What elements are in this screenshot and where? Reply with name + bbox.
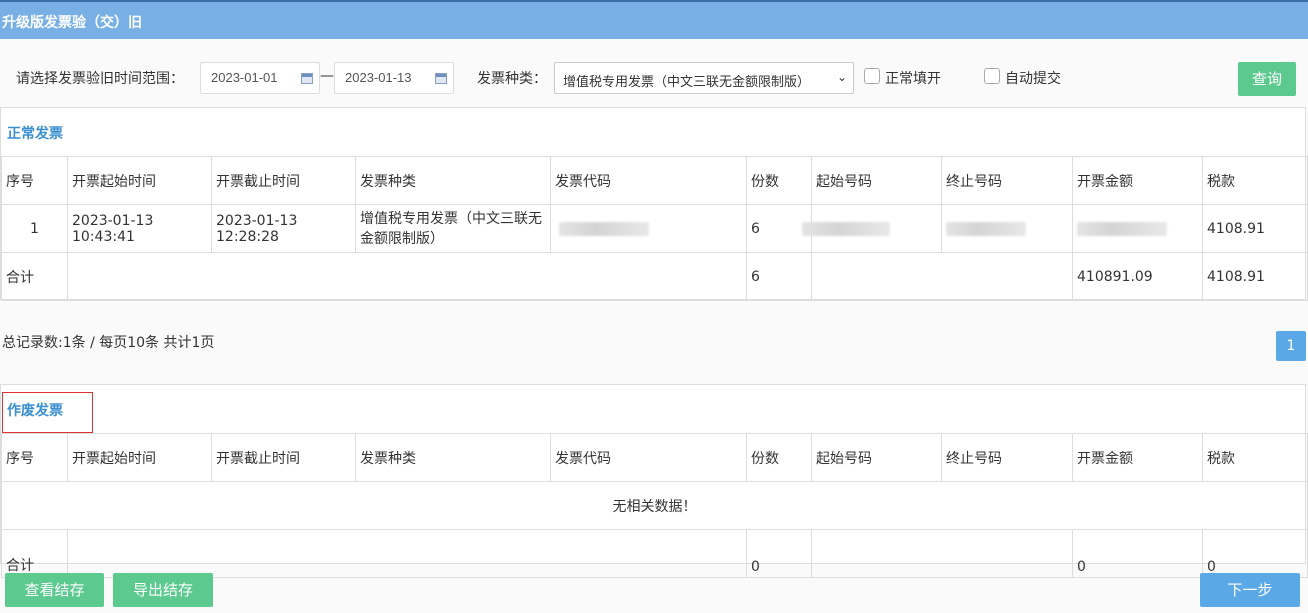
total-label: 合计 <box>1 529 68 578</box>
column-header: 税款 <box>1202 156 1308 205</box>
invoice-type-select[interactable]: 增值税专用发票（中文三联无金额限制版） ⌄ <box>554 62 854 94</box>
table-row[interactable]: 1 2023-01-13 10:43:41 2023-01-13 12:28:28 … <box>1 204 1308 253</box>
highlight-box <box>2 392 93 433</box>
column-header: 份数 <box>746 433 812 482</box>
total-tax: 0 <box>1202 529 1308 578</box>
column-header: 开票截止时间 <box>211 433 356 482</box>
normal-issue-label: 正常填开 <box>885 71 941 87</box>
total-row: 合计 0 0 0 <box>1 529 1308 578</box>
column-header: 终止号码 <box>941 433 1073 482</box>
total-amount: 0 <box>1072 529 1203 578</box>
auto-submit-checkbox[interactable] <box>984 68 1000 84</box>
next-step-button[interactable]: 下一步 <box>1200 573 1300 607</box>
calendar-icon[interactable] <box>435 73 447 84</box>
row-invoice-type: 增值税专用发票（中文三联无金额限制版） <box>355 204 551 253</box>
end-date-value: 2023-01-13 <box>345 70 412 85</box>
total-tax: 4108.91 <box>1202 252 1308 301</box>
column-header: 发票种类 <box>355 156 551 205</box>
column-header: 开票金额 <box>1072 433 1203 482</box>
voided-invoice-table: 序号 开票起始时间 开票截止时间 发票种类 发票代码 份数 起始号码 终止号码 … <box>1 433 1308 578</box>
normal-issue-checkbox[interactable] <box>864 68 880 84</box>
pagination-info: 总记录数:1条 / 每页10条 共计1页 <box>2 335 215 351</box>
row-start-number-redacted <box>802 204 942 253</box>
row-end-time: 2023-01-13 12:28:28 <box>211 204 356 253</box>
column-header: 序号 <box>1 156 68 205</box>
empty-message: 无相关数据！ <box>1 481 1308 530</box>
column-header: 序号 <box>1 433 68 482</box>
column-header: 终止号码 <box>941 156 1073 205</box>
invoice-type-value: 增值税专用发票（中文三联无金额限制版） <box>563 75 811 90</box>
voided-invoice-panel: 作废发票 序号 开票起始时间 开票截止时间 发票种类 发票代码 份数 起始号码 … <box>0 384 1308 578</box>
normal-section-title: 正常发票 <box>7 126 63 142</box>
column-header: 开票起始时间 <box>67 156 212 205</box>
column-header: 起始号码 <box>811 156 942 205</box>
total-count: 6 <box>746 252 812 301</box>
column-header: 发票种类 <box>355 433 551 482</box>
normal-invoice-panel: 正常发票 序号 开票起始时间 开票截止时间 发票种类 发票代码 份数 起始号码 … <box>0 107 1308 301</box>
calendar-icon[interactable] <box>301 73 313 84</box>
row-invoice-code-redacted <box>550 204 747 253</box>
end-date-input[interactable]: 2023-01-13 <box>334 62 454 94</box>
title-bar: 升级版发票验（交）旧 <box>0 0 1308 39</box>
column-header: 税款 <box>1202 433 1308 482</box>
export-saved-button[interactable]: 导出结存 <box>113 573 213 607</box>
query-button[interactable]: 查询 <box>1238 62 1296 96</box>
table-header-row: 序号 开票起始时间 开票截止时间 发票种类 发票代码 份数 起始号码 终止号码 … <box>1 156 1308 205</box>
column-header: 发票代码 <box>550 156 747 205</box>
row-tax: 4108.91 <box>1202 204 1308 253</box>
view-saved-button[interactable]: 查看结存 <box>5 573 104 607</box>
auto-submit-label: 自动提交 <box>1005 71 1061 87</box>
column-header: 发票代码 <box>550 433 747 482</box>
start-date-value: 2023-01-01 <box>211 70 278 85</box>
total-label: 合计 <box>1 252 68 301</box>
column-header: 份数 <box>746 156 812 205</box>
table-header-row: 序号 开票起始时间 开票截止时间 发票种类 发票代码 份数 起始号码 终止号码 … <box>1 433 1308 482</box>
row-end-number-redacted <box>941 204 1073 253</box>
date-range-label: 请选择发票验旧时间范围： <box>16 71 184 87</box>
column-header: 起始号码 <box>811 433 942 482</box>
normal-invoice-table: 序号 开票起始时间 开票截止时间 发票种类 发票代码 份数 起始号码 终止号码 … <box>1 156 1308 301</box>
row-index: 1 <box>1 204 68 253</box>
page-button[interactable]: 1 <box>1276 331 1306 361</box>
total-row: 合计 6 410891.09 4108.91 <box>1 252 1308 301</box>
date-separator: — <box>320 68 334 84</box>
invoice-type-label: 发票种类： <box>477 71 547 87</box>
column-header: 开票起始时间 <box>67 433 212 482</box>
total-amount: 410891.09 <box>1072 252 1203 301</box>
window-title: 升级版发票验（交）旧 <box>2 15 142 31</box>
empty-row: 无相关数据！ <box>1 481 1308 530</box>
chevron-down-icon: ⌄ <box>836 70 847 84</box>
start-date-input[interactable]: 2023-01-01 <box>200 62 320 94</box>
filter-bar: 请选择发票验旧时间范围： 2023-01-01 — 2023-01-13 发票种… <box>0 58 1308 98</box>
column-header: 开票金额 <box>1072 156 1203 205</box>
row-start-time: 2023-01-13 10:43:41 <box>67 204 212 253</box>
total-count: 0 <box>746 529 812 578</box>
column-header: 开票截止时间 <box>211 156 356 205</box>
row-amount-redacted <box>1072 204 1203 253</box>
